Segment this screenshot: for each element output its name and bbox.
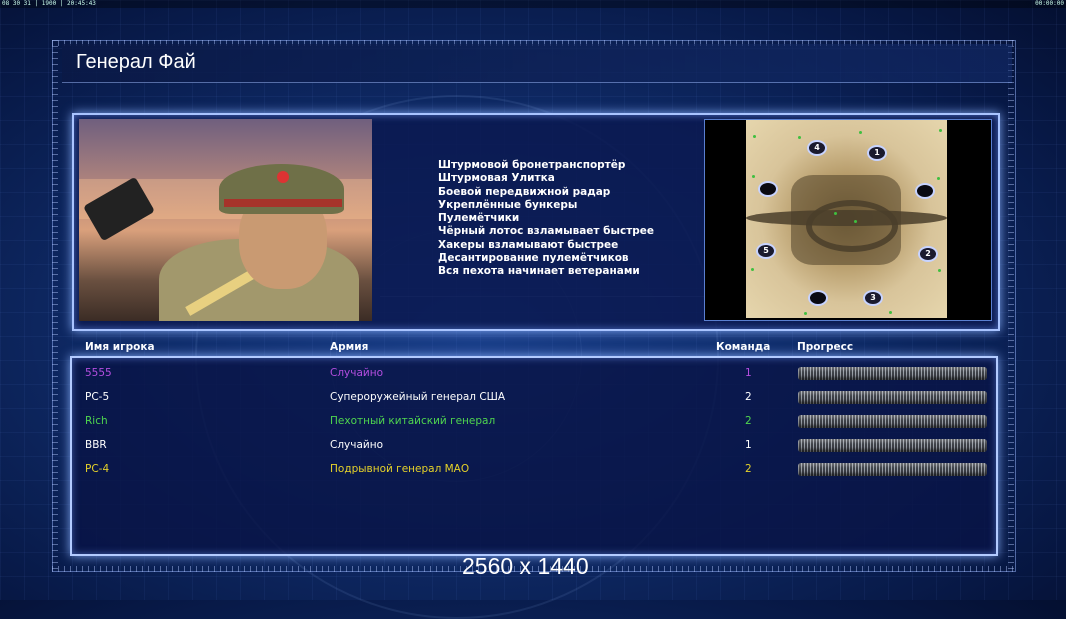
portrait-cap-band (224, 199, 342, 207)
feature-item: Хакеры взламывают быстрее (438, 238, 619, 251)
player-army: Супероружейный генерал США (330, 391, 506, 403)
player-start-marker (915, 183, 935, 199)
player-army: Пехотный китайский генерал (330, 415, 496, 427)
player-name: Rich (85, 415, 108, 427)
player-start-marker (758, 181, 778, 197)
player-progress-bar (798, 367, 987, 380)
supply-dot (938, 269, 941, 272)
player-start-marker (808, 290, 828, 306)
feature-item: Укреплённые бункеры (438, 198, 578, 211)
feature-item: Штурмовой бронетранспортёр (438, 159, 626, 171)
column-header-team: Команда (716, 341, 771, 353)
player-start-marker: 2 (918, 246, 938, 262)
resolution-label: 2560 x 1440 (462, 553, 589, 579)
player-start-marker: 4 (807, 140, 827, 156)
player-start-marker: 5 (756, 243, 776, 259)
player-progress-bar (798, 463, 987, 476)
supply-dot (753, 135, 756, 138)
status-bar-left: 08 30 31 | 1900 | 20:45:43 (2, 0, 96, 7)
status-bar-clock: 00:00:00 (1035, 0, 1064, 7)
supply-dot (798, 136, 801, 139)
player-progress-bar (798, 415, 987, 428)
player-name: PC-5 (85, 391, 110, 403)
title-bar (62, 44, 1012, 83)
player-team: 2 (745, 463, 752, 475)
page-title: Генерал Фай (76, 51, 196, 73)
map-river-loop (806, 200, 898, 252)
player-name: PC-4 (85, 463, 110, 475)
supply-dot (834, 212, 837, 215)
map-terrain: 4 1 5 2 3 (746, 120, 947, 318)
supply-dot (752, 175, 755, 178)
player-team: 2 (745, 391, 752, 403)
supply-dot (859, 131, 862, 134)
player-army: Случайно (330, 439, 384, 451)
supply-dot (804, 312, 807, 315)
players-table (70, 356, 998, 556)
feature-item: Чёрный лотос взламывает быстрее (438, 225, 655, 238)
general-features-list: Штурмовой бронетранспортёр Штурмовая Ули… (438, 159, 654, 279)
status-bar: 08 30 31 | 1900 | 20:45:43 00:00:00 (0, 0, 1066, 8)
feature-item: Десантирование пулемётчиков (438, 252, 629, 265)
player-team: 1 (745, 367, 752, 379)
player-team: 1 (745, 439, 752, 451)
general-portrait (79, 119, 372, 321)
player-progress-bar (798, 391, 987, 404)
supply-dot (937, 177, 940, 180)
frame-ruler-right (1008, 40, 1014, 570)
supply-dot (939, 129, 942, 132)
frame-ruler-left (52, 40, 58, 570)
column-header-name: Имя игрока (85, 341, 155, 353)
player-team: 2 (745, 415, 752, 427)
feature-item: Штурмовая Улитка (438, 172, 555, 185)
feature-item: Вся пехота начинает ветеранами (438, 265, 640, 278)
player-progress-bar (798, 439, 987, 452)
supply-dot (889, 311, 892, 314)
feature-item: Пулемётчики (438, 212, 520, 225)
column-header-army: Армия (330, 341, 369, 353)
player-army: Случайно (330, 367, 384, 379)
player-name: BBR (85, 439, 107, 451)
cap-star-icon (277, 171, 289, 183)
player-start-marker: 1 (867, 145, 887, 161)
player-army: Подрывной генерал МАО (330, 463, 470, 475)
supply-dot (854, 220, 857, 223)
column-header-progress: Прогресс (797, 341, 854, 353)
player-start-marker: 3 (863, 290, 883, 306)
player-name: 5555 (85, 367, 112, 379)
supply-dot (751, 268, 754, 271)
feature-item: Боевой передвижной радар (438, 185, 611, 198)
